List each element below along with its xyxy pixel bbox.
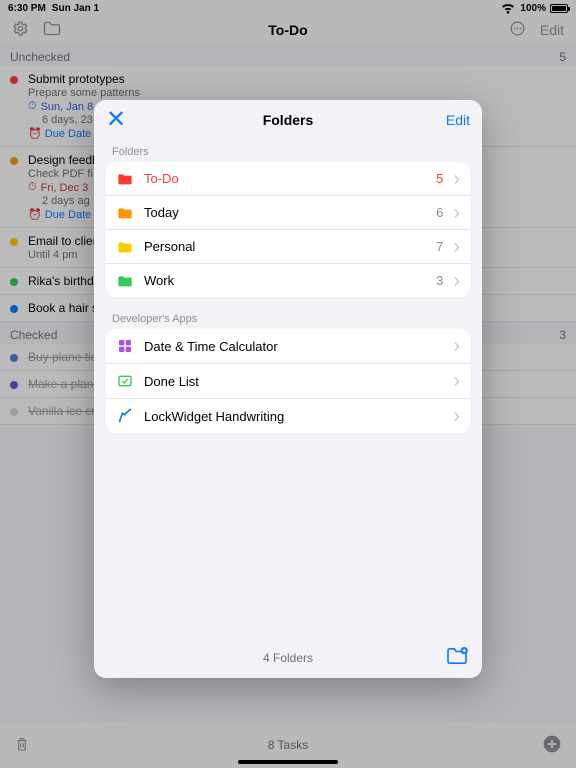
folder-count: 6	[436, 205, 443, 220]
folder-row-personal[interactable]: Personal 7 ›	[106, 230, 470, 264]
folder-row-work[interactable]: Work 3 ›	[106, 264, 470, 297]
folder-label: To-Do	[144, 171, 426, 186]
chevron-icon: ›	[453, 341, 460, 351]
chevron-icon: ›	[453, 208, 460, 218]
chevron-icon: ›	[453, 411, 460, 421]
folders-modal: ✕ Folders Edit Folders To-Do 5 › Today 6…	[94, 100, 482, 678]
folder-label: Work	[144, 273, 426, 288]
folder-icon	[116, 275, 134, 287]
close-button[interactable]: ✕	[106, 108, 126, 132]
chevron-icon: ›	[453, 242, 460, 252]
modal-overlay[interactable]: ✕ Folders Edit Folders To-Do 5 › Today 6…	[0, 0, 576, 768]
folder-row-today[interactable]: Today 6 ›	[106, 196, 470, 230]
app-row-datetime[interactable]: Date & Time Calculator ›	[106, 329, 470, 364]
chevron-icon: ›	[453, 174, 460, 184]
chevron-icon: ›	[453, 276, 460, 286]
folder-row-todo[interactable]: To-Do 5 ›	[106, 162, 470, 196]
app-row-lockwidget[interactable]: LockWidget Handwriting ›	[106, 399, 470, 433]
app-label: Done List	[144, 374, 443, 389]
section-label-apps: Developer's Apps	[94, 307, 482, 329]
section-label-folders: Folders	[94, 140, 482, 162]
app-label: LockWidget Handwriting	[144, 409, 443, 424]
folder-label: Today	[144, 205, 426, 220]
folder-count: 5	[436, 171, 443, 186]
folder-icon	[116, 173, 134, 185]
modal-title: Folders	[94, 112, 482, 128]
modal-footer: 4 Folders	[94, 638, 482, 678]
folder-icon	[116, 207, 134, 219]
modal-edit-button[interactable]: Edit	[446, 112, 470, 128]
add-folder-icon[interactable]	[446, 647, 468, 670]
folder-icon	[116, 241, 134, 253]
app-icon	[116, 408, 134, 424]
folder-label: Personal	[144, 239, 426, 254]
folder-count-label: 4 Folders	[94, 651, 482, 665]
folders-list: To-Do 5 › Today 6 › Personal 7 › Work 3 …	[106, 162, 470, 297]
app-row-donelist[interactable]: Done List ›	[106, 364, 470, 399]
app-icon	[116, 373, 134, 389]
app-icon	[116, 338, 134, 354]
chevron-icon: ›	[453, 376, 460, 386]
folder-count: 7	[436, 239, 443, 254]
apps-list: Date & Time Calculator › Done List › Loc…	[106, 329, 470, 433]
folder-count: 3	[436, 273, 443, 288]
app-label: Date & Time Calculator	[144, 339, 443, 354]
